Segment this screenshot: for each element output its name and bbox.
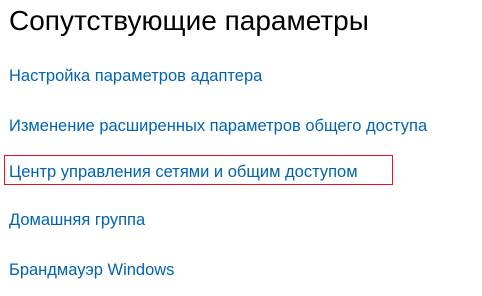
- link-adapter-settings[interactable]: Настройка параметров адаптера: [9, 66, 262, 86]
- link-network-sharing-center[interactable]: Центр управления сетями и общим доступом: [9, 162, 358, 182]
- link-windows-firewall[interactable]: Брандмауэр Windows: [9, 260, 174, 280]
- link-homegroup[interactable]: Домашняя группа: [9, 210, 145, 230]
- section-title: Сопутствующие параметры: [9, 5, 369, 36]
- link-advanced-sharing-settings[interactable]: Изменение расширенных параметров общего …: [9, 116, 427, 136]
